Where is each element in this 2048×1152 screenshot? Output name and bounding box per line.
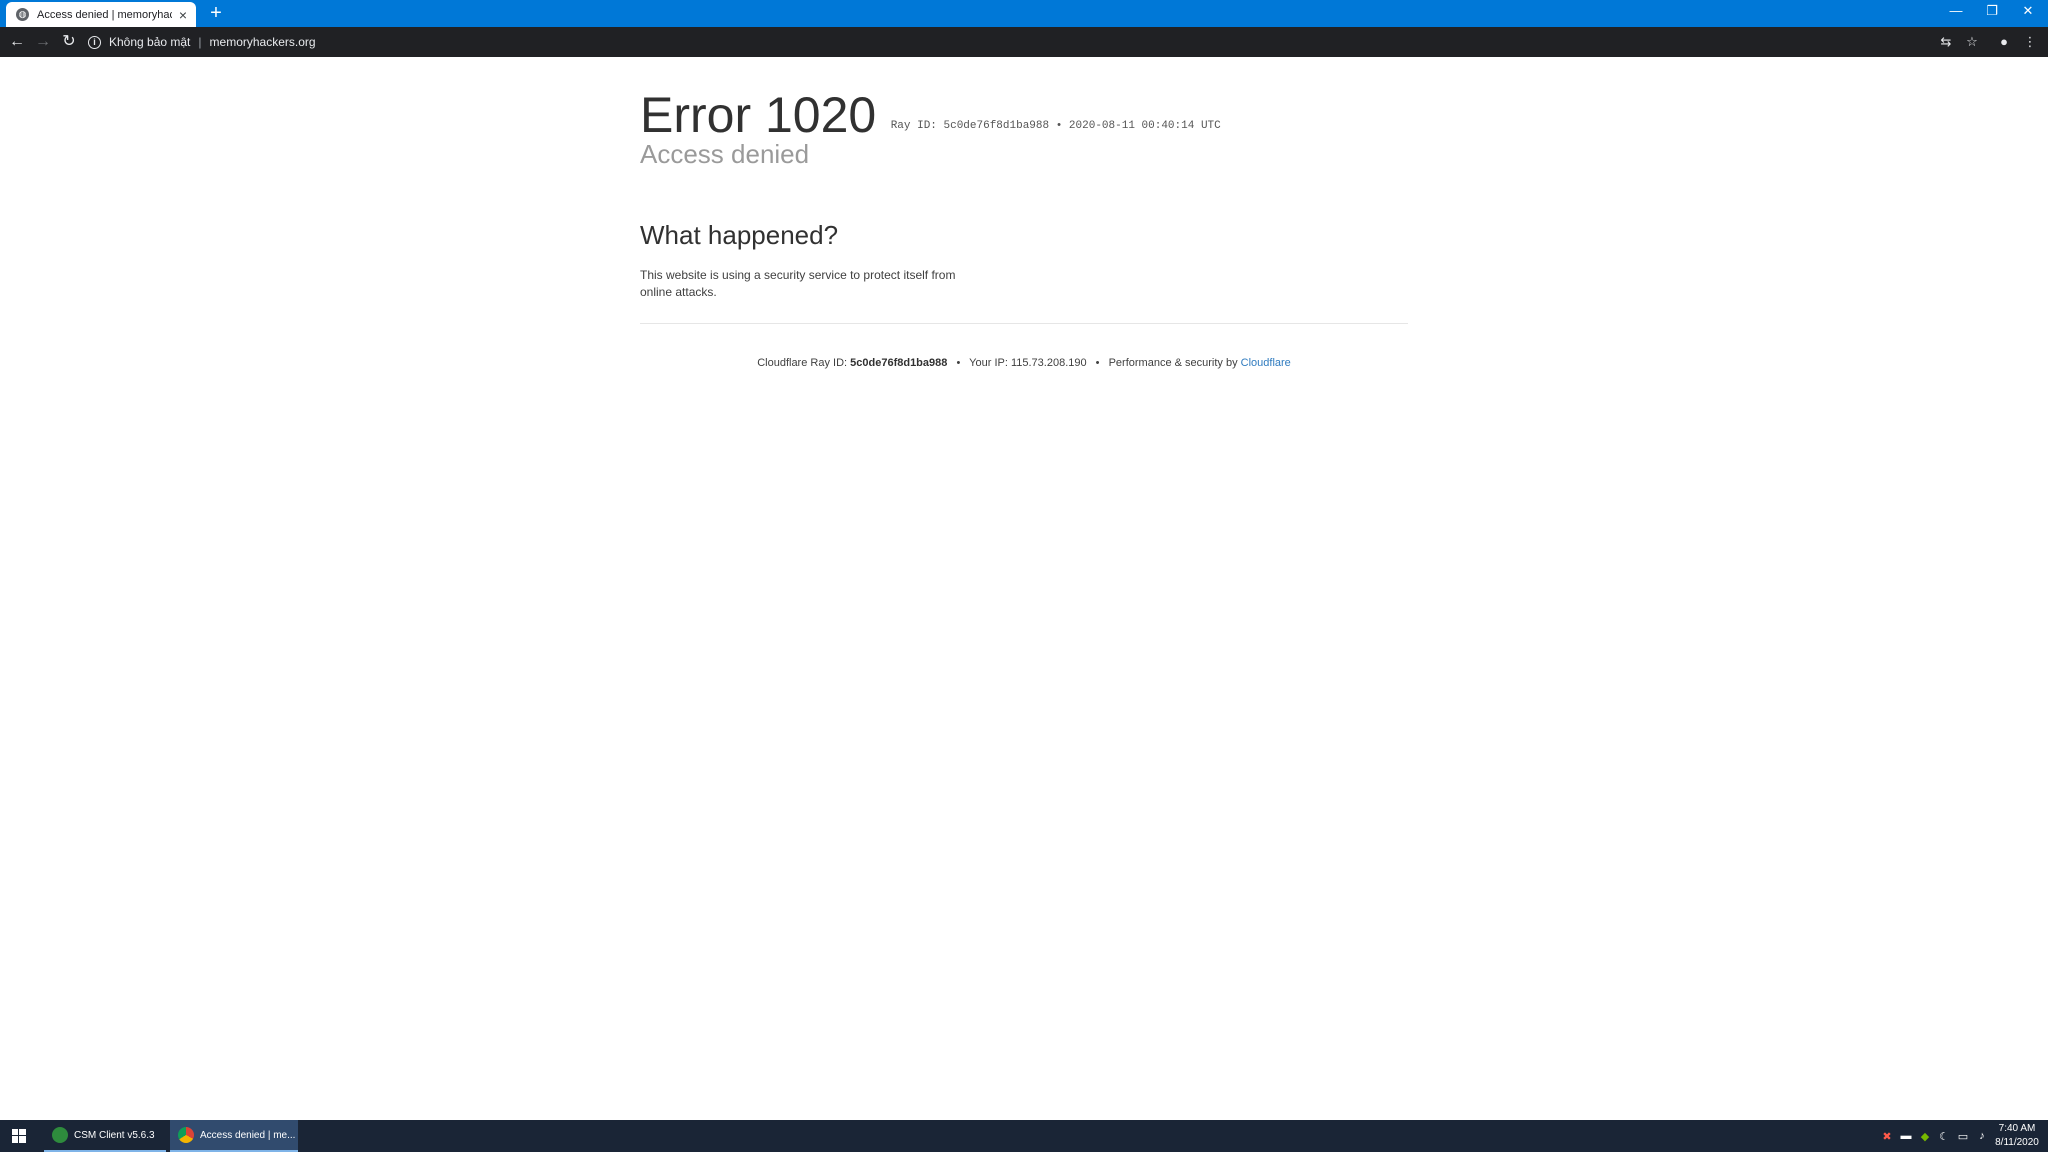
- antivirus-icon[interactable]: ✖: [1879, 1130, 1895, 1143]
- ray-id-header: Ray ID: 5c0de76f8d1ba988 • 2020-08-11 00…: [890, 120, 1221, 132]
- back-button[interactable]: ←: [7, 32, 27, 52]
- clock-time: 7:40 AM: [1998, 1123, 2036, 1134]
- drive-icon[interactable]: ▬: [1898, 1130, 1914, 1142]
- security-label[interactable]: Không bảo mật: [109, 35, 190, 49]
- reload-button[interactable]: ↻: [59, 32, 79, 52]
- windows-icon: [12, 1129, 26, 1143]
- ray-id-value: 5c0de76f8d1ba988: [850, 357, 948, 369]
- perf-label: Performance & security by: [1108, 357, 1238, 369]
- address-bar[interactable]: i Không bảo mật | memoryhackers.org: [88, 31, 2023, 53]
- clock-date: 8/11/2020: [1995, 1137, 2039, 1148]
- windows-taskbar: CSM Client v5.6.3 Access denied | me... …: [0, 1120, 2048, 1152]
- volume-icon[interactable]: ♪: [1974, 1130, 1990, 1142]
- nvidia-icon[interactable]: ◆: [1917, 1130, 1933, 1143]
- taskbar-clock[interactable]: 7:40 AM 8/11/2020: [1992, 1122, 2042, 1150]
- error-header: Error 1020 Ray ID: 5c0de76f8d1ba988 • 20…: [640, 87, 1408, 301]
- chrome-icon: [178, 1127, 194, 1143]
- browser-titlebar: ◍ Access denied | memoryhackers.org × + …: [0, 0, 2048, 27]
- tab-title: Access denied | memoryhackers.org: [37, 8, 172, 21]
- csm-icon: [52, 1127, 68, 1143]
- system-tray: ✖ ▬ ◆ ☾ ▭ ♪: [1876, 1120, 1990, 1152]
- taskbar-app-csm[interactable]: CSM Client v5.6.3: [44, 1120, 166, 1152]
- ip-label: Your IP:: [969, 357, 1008, 369]
- tab-access-denied[interactable]: ◍ Access denied | memoryhackers.org ×: [6, 2, 196, 27]
- network-icon[interactable]: ▭: [1955, 1130, 1971, 1143]
- url-text[interactable]: memoryhackers.org: [210, 35, 316, 49]
- cloudflare-link[interactable]: Cloudflare: [1241, 357, 1291, 369]
- start-button[interactable]: [0, 1120, 38, 1152]
- new-tab-button[interactable]: +: [206, 3, 226, 23]
- moon-icon[interactable]: ☾: [1936, 1130, 1952, 1143]
- translate-icon[interactable]: ⇆: [1937, 33, 1955, 51]
- taskbar-app-label: Access denied | me...: [200, 1129, 296, 1141]
- page-subtitle: Access denied: [640, 139, 810, 169]
- menu-icon[interactable]: ⋮: [2021, 33, 2039, 51]
- ray-id-label: Cloudflare Ray ID:: [757, 357, 848, 369]
- profile-icon[interactable]: ●: [1995, 33, 2013, 51]
- minimize-button[interactable]: —: [1938, 0, 1974, 22]
- error-title: Error 1020: [640, 87, 877, 143]
- cloudflare-footer: Cloudflare Ray ID: 5c0de76f8d1ba988 • Yo…: [640, 357, 1408, 369]
- footer-bullet: •: [1095, 357, 1100, 369]
- explanation-text: This website is using a security service…: [640, 268, 956, 299]
- page-content: Error 1020 Ray ID: 5c0de76f8d1ba988 • 20…: [0, 57, 2048, 1120]
- forward-button[interactable]: →: [33, 32, 53, 52]
- taskbar-app-label: CSM Client v5.6.3: [74, 1129, 155, 1141]
- taskbar-app-chrome[interactable]: Access denied | me...: [170, 1120, 298, 1152]
- restore-button[interactable]: ❐: [1974, 0, 2010, 22]
- omnibox-separator: |: [198, 35, 202, 49]
- globe-icon: ◍: [16, 8, 29, 21]
- divider: [640, 323, 1408, 324]
- close-window-button[interactable]: ✕: [2010, 0, 2046, 22]
- footer-bullet: •: [956, 357, 961, 369]
- info-icon[interactable]: i: [88, 35, 101, 49]
- ip-value: 115.73.208.190: [1010, 357, 1087, 369]
- tab-close-icon[interactable]: ×: [176, 8, 190, 22]
- section-heading: What happened?: [640, 220, 839, 250]
- star-icon[interactable]: ☆: [1963, 33, 1981, 51]
